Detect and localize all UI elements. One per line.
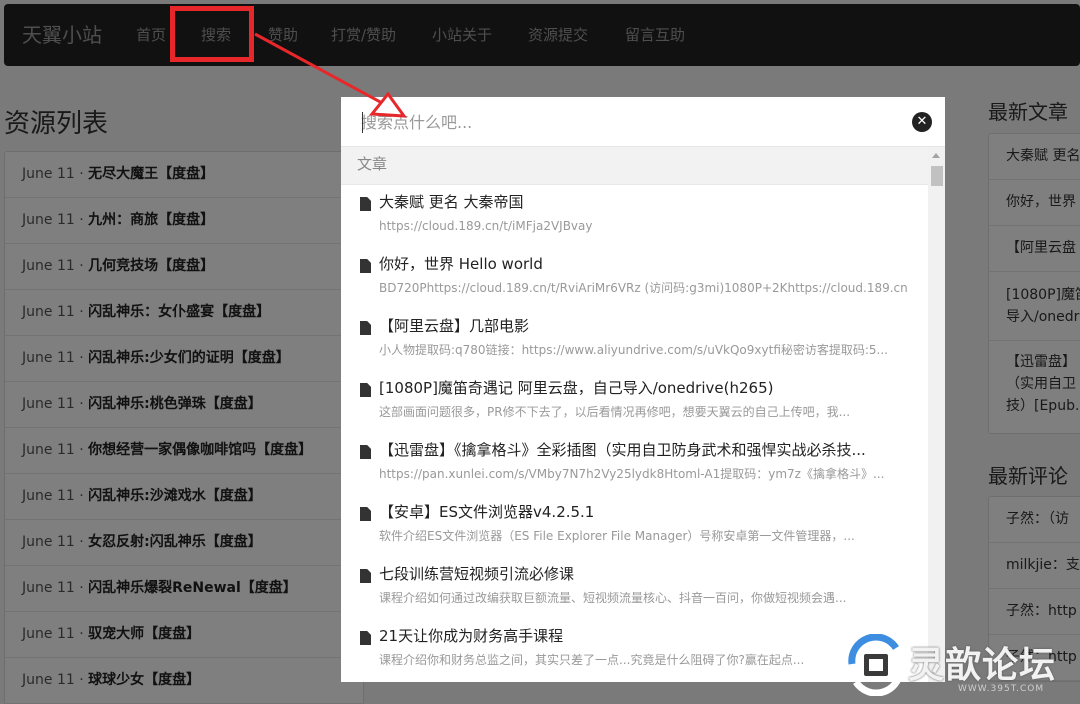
search-result[interactable]: 【阿里云盘】几部电影 小人物提取码:q780链接：https://www.ali…: [341, 309, 928, 371]
result-snippet: 软件介绍ES文件浏览器（ES File Explorer File Manage…: [379, 529, 855, 543]
document-icon: [360, 569, 371, 583]
search-modal: ✕ 文章 大秦赋 更名 大秦帝国 https://cloud.189.cn/t/…: [341, 97, 945, 682]
document-icon: [360, 321, 371, 335]
document-icon: [360, 507, 371, 521]
search-result[interactable]: 21天让你成为财务高手课程 课程介绍你和财务总监之间，其实只差了一点...究竟是…: [341, 619, 928, 681]
result-snippet: 课程介绍你和财务总监之间，其实只差了一点...究竟是什么阻碍了你?赢在起点...: [379, 653, 805, 667]
result-title[interactable]: 21天让你成为财务高手课程: [379, 625, 909, 647]
result-title[interactable]: 你好，世界 Hello world: [379, 253, 909, 275]
document-icon: [360, 197, 371, 211]
search-result[interactable]: 大秦赋 更名 大秦帝国 https://cloud.189.cn/t/iMFja…: [341, 185, 928, 247]
search-result[interactable]: [1080P]魔笛奇遇记 阿里云盘，自己导入/onedrive(h265) 这部…: [341, 371, 928, 433]
result-snippet: 课程介绍如何通过改编获取巨额流量、短视频流量核心、抖音一百问，你做短视频会遇..…: [379, 591, 847, 605]
result-title[interactable]: 七段训练营短视频引流必修课: [379, 563, 909, 585]
scroll-up-icon[interactable]: [932, 153, 940, 158]
scroll-thumb[interactable]: [931, 166, 943, 186]
search-result[interactable]: 【迅雷盘】《擒拿格斗》全彩插图（实用自卫防身武术和强悍实战必杀技... http…: [341, 433, 928, 495]
search-result[interactable]: 你好，世界 Hello world BD720Phttps://cloud.18…: [341, 247, 928, 309]
watermark-text: 灵歆论坛: [908, 645, 1057, 686]
result-snippet: https://cloud.189.cn/t/iMFja2VJBvay: [379, 219, 593, 233]
close-icon[interactable]: ✕: [912, 112, 932, 132]
result-title[interactable]: [1080P]魔笛奇遇记 阿里云盘，自己导入/onedrive(h265): [379, 377, 909, 399]
result-title[interactable]: 大秦赋 更名 大秦帝国: [379, 191, 909, 213]
result-title[interactable]: 【阿里云盘】几部电影: [379, 315, 909, 337]
document-icon: [360, 259, 371, 273]
result-snippet: https://pan.xunlei.com/s/VMby7N7h2Vy25ly…: [379, 467, 885, 481]
search-results: 文章 大秦赋 更名 大秦帝国 https://cloud.189.cn/t/iM…: [341, 147, 928, 682]
watermark-logo-icon: [848, 634, 904, 696]
result-snippet: 这部画面问题很多，PR修不下去了，以后看情况再修吧，想要天翼云的自己上传吧，我.…: [379, 405, 851, 419]
result-snippet: 小人物提取码:q780链接：https://www.aliyundrive.co…: [379, 343, 888, 357]
watermark-url: WWW.395T.COM: [958, 684, 1045, 694]
results-scrollbar[interactable]: [928, 147, 945, 682]
document-icon: [360, 631, 371, 645]
search-highlight-box: [170, 6, 254, 62]
search-bar: ✕: [341, 97, 945, 147]
document-icon: [360, 445, 371, 459]
document-icon: [360, 383, 371, 397]
category-header: 文章: [341, 147, 928, 185]
search-result[interactable]: 【安卓】ES文件浏览器v4.2.5.1 软件介绍ES文件浏览器（ES File …: [341, 495, 928, 557]
search-input[interactable]: [361, 107, 901, 137]
result-title[interactable]: 【安卓】ES文件浏览器v4.2.5.1: [379, 501, 909, 523]
search-result[interactable]: 七段训练营短视频引流必修课 课程介绍如何通过改编获取巨额流量、短视频流量核心、抖…: [341, 557, 928, 619]
result-title[interactable]: 【迅雷盘】《擒拿格斗》全彩插图（实用自卫防身武术和强悍实战必杀技...: [379, 439, 909, 461]
text-caret: [362, 112, 363, 133]
result-snippet: BD720Phttps://cloud.189.cn/t/RviAriMr6VR…: [379, 281, 908, 295]
